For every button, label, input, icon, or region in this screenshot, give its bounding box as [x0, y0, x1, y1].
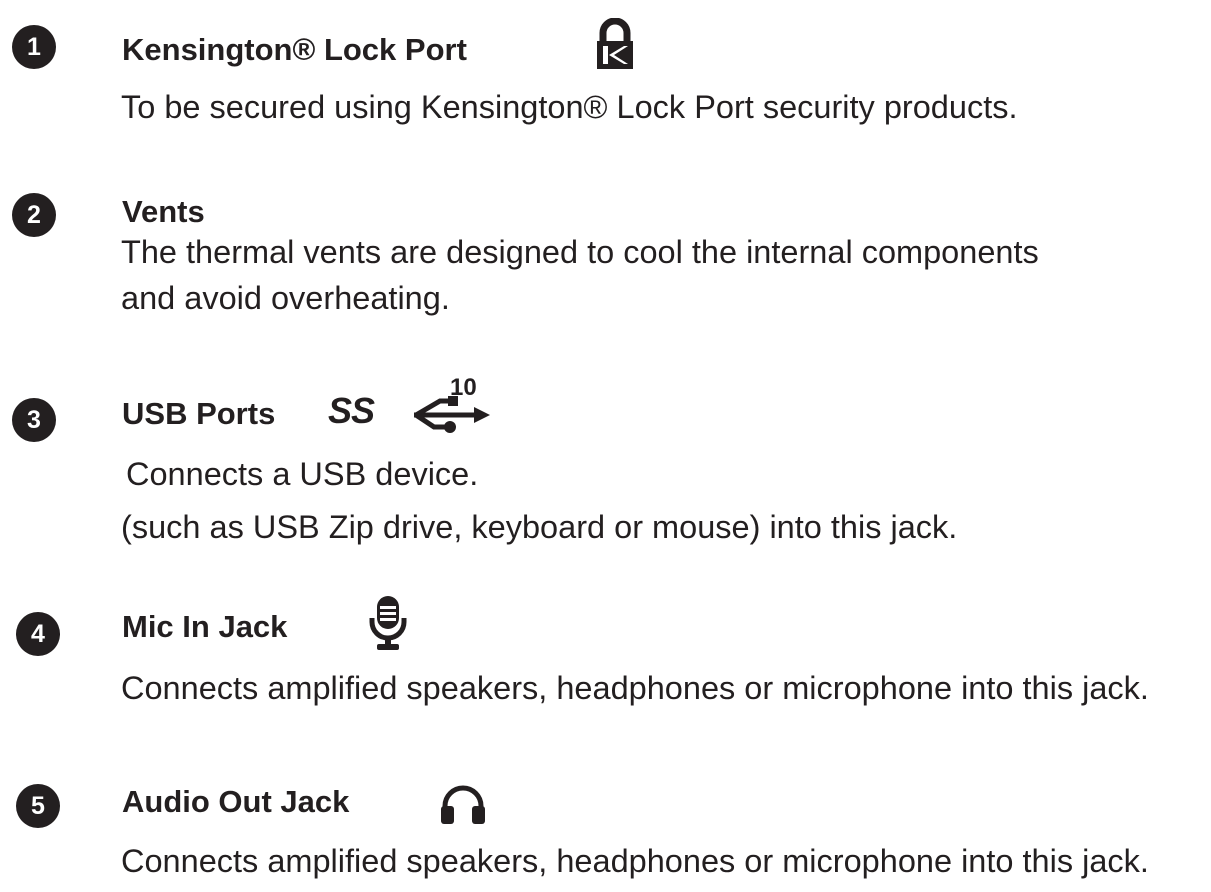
item-description-line: and avoid overheating.: [121, 280, 450, 316]
usb-speed-label: 10: [450, 374, 477, 401]
item-description-line: The thermal vents are designed to cool t…: [121, 234, 1039, 270]
microphone-icon: [369, 596, 407, 650]
usb-trident-icon: [414, 396, 490, 433]
item-number-badge-3: 3: [12, 398, 56, 442]
item-number-badge-2: 2: [12, 193, 56, 237]
item-title-vents: Vents: [122, 194, 205, 229]
item-description-line: Connects amplified speakers, headphones …: [121, 670, 1149, 706]
item-title-usb-ports: USB Ports: [122, 396, 276, 431]
item-title-audio-out-jack: Audio Out Jack: [122, 784, 350, 819]
item-number-badge-5: 5: [16, 784, 60, 828]
headphones-icon: [441, 785, 485, 824]
item-description-line: To be secured using Kensington® Lock Por…: [121, 89, 1018, 125]
usb-ss-label: SS: [328, 390, 375, 431]
item-title-mic-in-jack: Mic In Jack: [122, 609, 288, 644]
item-number-badge-4: 4: [16, 612, 60, 656]
item-number-badge-1: 1: [12, 25, 56, 69]
usb-superspeed-10-icon: SS 10: [324, 374, 494, 438]
item-description-line: Connects amplified speakers, headphones …: [121, 843, 1149, 879]
item-title-kensington-lock-port: Kensington® Lock Port: [122, 32, 467, 67]
item-description-line: (such as USB Zip drive, keyboard or mous…: [121, 509, 958, 545]
item-description-line: Connects a USB device.: [126, 456, 479, 492]
kensington-lock-icon: [597, 18, 633, 69]
